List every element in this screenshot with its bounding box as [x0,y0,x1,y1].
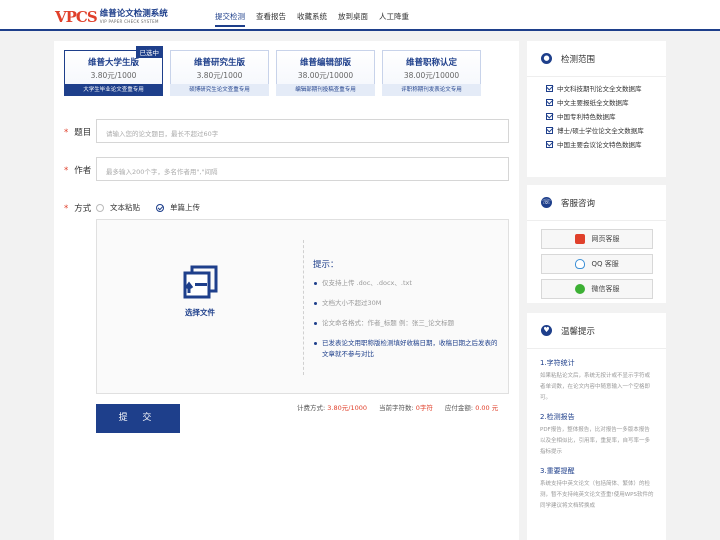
logo[interactable]: VPCS 维普论文检测系统 VIP PAPER CHECK SYSTEM [55,8,168,26]
fee-value: 3.80元/1000 [327,404,367,412]
notice-text: PDF报告，整体报告，比对报告一多版本报告以及全相似比，引用率，重复率，自写率一… [540,427,651,455]
qq-icon [574,259,585,269]
checkbox-icon [546,127,553,134]
logo-subtitle: VIP PAPER CHECK SYSTEM [99,18,159,24]
scope-panel: ● 检测范围 中文科技期刊论文全文数据库 中文主要报纸全文数据库 中国专利特色数… [527,41,666,177]
card-graduate[interactable]: 维普研究生版 3.80元/1000 硕博研究生论文查重专用 [170,50,269,96]
card-undergraduate[interactable]: 已选中 维普大学生版 3.80元/1000 大学生毕业论文查重专用 [64,46,163,96]
tip-item: 已发表论文用职称版检测填好收稿日期，收稿日期之后发表的文章就不参与对比 [313,338,503,360]
chars-value: 0字符 [415,404,433,412]
nav-view-report[interactable]: 查看报告 [256,11,286,27]
upload-area: 选择文件 提示： 仅支持上传 .doc、.docx、.txt 文档大小不超过30… [96,219,509,394]
submit-button[interactable]: 提 交 [96,404,180,433]
version-cards: 已选中 维普大学生版 3.80元/1000 大学生毕业论文查重专用 维普研究生版… [64,46,488,96]
logo-mark: VPCS [55,8,98,26]
card-name: 维普职称认定 [405,58,457,68]
wechat-icon [574,284,585,294]
radio-unchecked-icon [96,203,104,212]
scope-item: 中国主要会议论文特色数据库 [540,138,654,152]
amount-value: 0.00 元 [475,404,499,412]
scope-list: 中文科技期刊论文全文数据库 中文主要报纸全文数据库 中国专利特色数据库 博士/硕… [527,77,666,152]
headset-icon: ☏ [541,197,552,208]
card-title-cert[interactable]: 维普职称认定 38.00元/10000 评职称期刊发表论文专用 [382,50,481,96]
card-price: 3.80元/1000 [90,71,137,80]
top-header: VPCS 维普论文检测系统 VIP PAPER CHECK SYSTEM 提交检… [0,0,720,31]
card-name: 维普研究生版 [193,58,245,68]
card-editorial[interactable]: 维普编辑部版 38.00元/10000 编辑部期刊投稿查重专用 [276,50,375,96]
title-input[interactable]: 请输入您的论文题目，最长不超过60字 [96,119,509,143]
scope-item: 中文主要报纸全文数据库 [540,96,654,110]
tips-title: 提示： [313,260,339,270]
card-price: 38.00元/10000 [403,71,460,80]
card-desc: 编辑部期刊投稿查重专用 [276,84,375,96]
checkbox-icon [546,141,553,148]
card-price: 38.00元/10000 [297,71,354,80]
upload-folder-icon [183,265,218,299]
card-desc: 硕博研究生论文查重专用 [170,84,269,96]
mode-label: * 方式 [64,204,92,214]
checkbox-icon [546,113,553,120]
web-service-button[interactable]: 网页客服 [540,229,653,249]
service-panel: ☏ 客服咨询 网页客服 QQ 客服 微信客服 [527,185,666,303]
nav-desktop[interactable]: 放到桌面 [338,11,368,27]
upload-divider [303,240,304,375]
fee-summary: 计费方式: 3.80元/1000 当前字符数: 0字符 应付金额: 0.00 元 [297,404,499,412]
mode-radio-group: 文本粘贴 单篇上传 [96,202,216,213]
location-icon: ● [541,53,552,64]
heart-icon: ♥ [541,325,552,336]
tips-list: 仅支持上传 .doc、.docx、.txt 文档大小不超过30M 论文命名格式：… [313,278,503,369]
notice-text: 系统支持中英文论文（包括简体、繁体）的检测，暂不支持纯英文论文查重!使用WPS软… [540,481,654,509]
tip-item: 文档大小不超过30M [313,298,503,309]
card-name: 维普大学生版 [87,58,139,68]
radio-upload-single[interactable]: 单篇上传 [156,202,200,213]
title-label: * 题目 [64,128,92,138]
main-panel: 已选中 维普大学生版 3.80元/1000 大学生毕业论文查重专用 维普研究生版… [54,41,519,540]
select-file-label: 选择文件 [185,308,215,317]
notice-text: 如果粘贴论文后，系统无按计或不显示字符或者单词数，在论文内容中随意输入一个空格即… [540,373,651,401]
checkbox-icon [546,99,553,106]
main-nav: 提交检测 查看报告 收藏系统 放到桌面 人工降重 [215,11,420,27]
web-chat-icon [574,234,585,244]
notice-heading: 2.检测报告 [540,413,575,421]
service-title: 客服咨询 [561,198,596,209]
scope-item: 中国专利特色数据库 [540,110,654,124]
scope-item: 中文科技期刊论文全文数据库 [540,82,654,96]
card-name: 维普编辑部版 [299,58,351,68]
author-input[interactable]: 最多输入200个字，多名作者用","间隔 [96,157,509,181]
notice-heading: 3.重要提醒 [540,467,575,475]
scope-item: 博士/硕士学位论文全文数据库 [540,124,654,138]
logo-title: 维普论文检测系统 [99,9,168,20]
checkbox-icon [546,85,553,92]
author-label: * 作者 [64,166,92,176]
nav-submit-check[interactable]: 提交检测 [215,11,245,27]
radio-paste-text[interactable]: 文本粘贴 [96,202,140,213]
nav-bookmark[interactable]: 收藏系统 [297,11,327,27]
radio-checked-icon [156,203,164,212]
notice-heading: 1.字符统计 [540,359,575,367]
tip-item: 论文命名格式：作者_标题 例：张三_论文标题 [313,318,503,329]
nav-manual-rewrite[interactable]: 人工降重 [379,11,409,27]
notice-list: 1.字符统计 如果粘贴论文后，系统无按计或不显示字符或者单词数，在论文内容中随意… [527,349,666,512]
card-desc: 评职称期刊发表论文专用 [382,84,481,96]
card-price: 3.80元/1000 [196,71,243,80]
wechat-service-button[interactable]: 微信客服 [540,279,653,299]
notice-title: 温馨提示 [561,326,596,337]
qq-service-button[interactable]: QQ 客服 [540,254,653,274]
card-desc: 大学生毕业论文查重专用 [64,84,163,96]
notice-panel: ♥ 温馨提示 1.字符统计 如果粘贴论文后，系统无按计或不显示字符或者单词数，在… [527,313,666,540]
select-file-button[interactable]: 选择文件 [97,220,303,395]
scope-title: 检测范围 [561,54,596,65]
tip-item: 仅支持上传 .doc、.docx、.txt [313,278,503,289]
